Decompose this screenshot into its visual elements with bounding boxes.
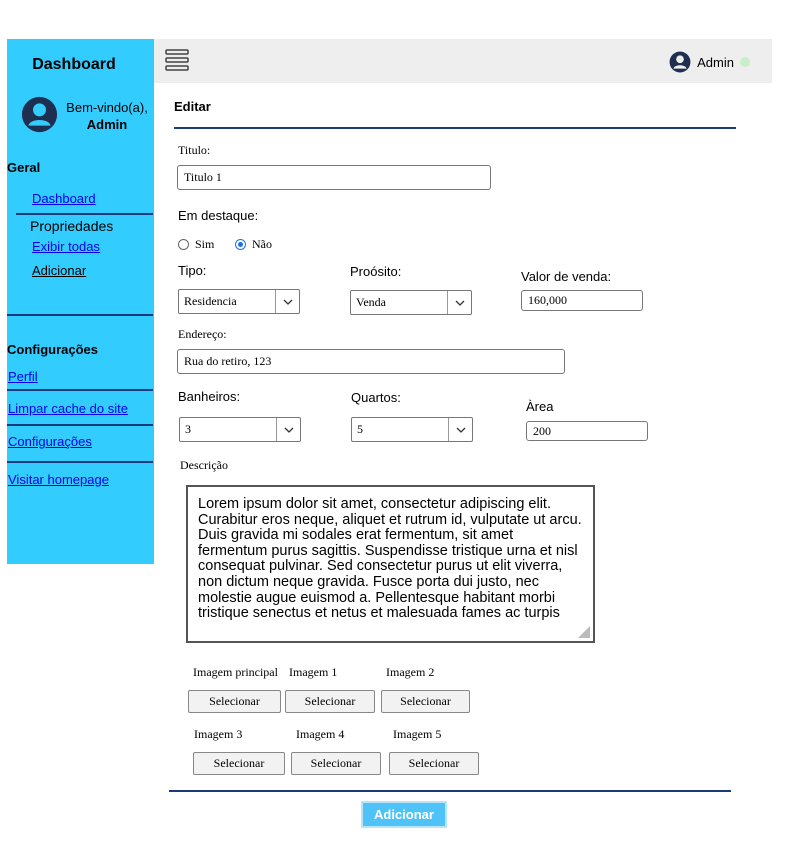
banheiros-select[interactable]: 3 [179,417,301,442]
sidebar-link-limpar-cache[interactable]: Limpar cache do site [8,401,128,416]
chevron-down-icon [275,290,299,313]
image-label-principal: Imagem principal [193,665,278,679]
sidebar-link-dashboard[interactable]: Dashboard [32,191,96,206]
user-menu[interactable]: Admin [669,51,750,73]
image-label-5: Imagem 5 [393,727,442,741]
sidebar-link-visitar-homepage[interactable]: Visitar homepage [8,472,109,487]
sidebar-propriedades: Propriedades [30,218,114,234]
chevron-down-icon [276,418,300,441]
sidebar-divider [7,424,153,426]
sidebar-title: Dashboard [32,56,116,73]
sidebar-link-perfil[interactable]: Perfil [8,369,38,384]
tipo-select[interactable]: Residencia [178,289,300,314]
welcome-user: Admin [86,117,128,132]
hamburger-icon[interactable] [165,48,189,72]
titulo-label: Titulo: [178,143,211,157]
banheiros-select-value: 3 [185,422,191,436]
proposito-select[interactable]: Venda [350,290,472,315]
image-label-1: Imagem 1 [289,665,338,679]
endereco-input[interactable]: Rua do retiro, 123 [177,349,565,374]
submit-button[interactable]: Adicionar [361,801,447,828]
quartos-select[interactable]: 5 [351,417,473,442]
select-image-3-button[interactable]: Selecionar [193,752,285,775]
select-image-principal-button[interactable]: Selecionar [188,690,281,713]
radio-nao-button[interactable] [235,239,246,250]
chevron-down-icon [448,418,472,441]
sidebar: Dashboard Bem-vindo(a), Admin Geral Dash… [7,39,154,564]
tipo-label: Tipo: [178,263,207,278]
titulo-input[interactable]: Titulo 1 [177,165,491,190]
select-image-5-button[interactable]: Selecionar [389,752,479,775]
sidebar-link-configuracoes[interactable]: Configurações [8,434,92,449]
sidebar-link-adicionar[interactable]: Adicionar [32,263,86,278]
welcome-label: Bem-vindo(a), [66,100,148,115]
area-label: Àrea [526,399,554,414]
proposito-select-value: Venda [356,295,386,309]
endereco-label: Endereço: [178,327,227,341]
heading-divider [174,127,736,129]
chevron-down-icon [447,291,471,314]
descricao-text: Lorem ipsum dolor sit amet, consectetur … [198,496,582,622]
footer-divider [169,790,731,792]
radio-sim-label: Sim [195,237,215,251]
quartos-label: Quartos: [351,390,401,405]
sidebar-divider [7,389,153,391]
radio-sim-button[interactable] [178,239,189,250]
section-configuracoes: Configurações [7,342,99,357]
proposito-label: Proósito: [350,264,402,279]
destaque-label: Em destaque: [178,208,259,223]
sidebar-divider [7,314,153,316]
area-input[interactable]: 200 [526,421,648,441]
image-label-2: Imagem 2 [386,665,435,679]
topbar: Admin [154,39,772,83]
page-title: Editar [174,99,211,114]
tipo-select-value: Residencia [184,294,237,308]
select-image-1-button[interactable]: Selecionar [285,690,375,713]
radio-nao[interactable]: Não [235,237,272,252]
online-status-dot [740,57,750,67]
sidebar-link-exibir-todas[interactable]: Exibir todas [32,239,100,254]
resize-handle-icon[interactable] [578,626,590,638]
select-image-4-button[interactable]: Selecionar [291,752,381,775]
image-label-3: Imagem 3 [194,727,243,741]
sidebar-divider [16,213,153,215]
sidebar-divider [7,461,153,463]
descricao-label: Descrição [180,458,228,472]
user-avatar-icon [21,96,58,133]
select-image-2-button[interactable]: Selecionar [381,690,470,713]
radio-nao-label: Não [252,237,272,251]
valor-label: Valor de venda: [521,269,612,284]
banheiros-label: Banheiros: [178,389,241,404]
section-geral: Geral [7,160,41,175]
descricao-textarea[interactable]: Lorem ipsum dolor sit amet, consectetur … [186,485,595,643]
user-avatar-icon [669,51,691,73]
image-label-4: Imagem 4 [296,727,345,741]
radio-sim[interactable]: Sim [178,237,214,252]
welcome-text: Bem-vindo(a), Admin [62,99,152,133]
topbar-username: Admin [697,54,734,70]
quartos-select-value: 5 [357,422,363,436]
valor-input[interactable]: 160,000 [521,290,643,311]
